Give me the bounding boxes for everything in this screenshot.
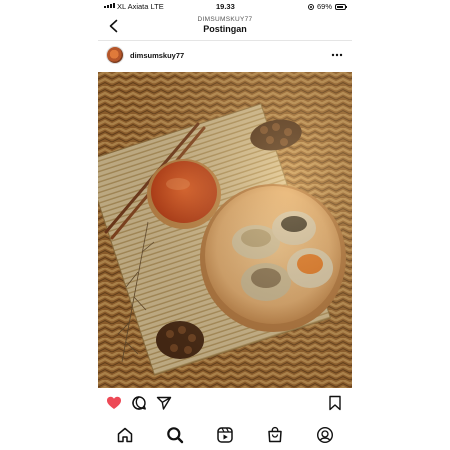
post-username[interactable]: dimsumskuy77 — [130, 51, 184, 60]
location-icon — [307, 3, 314, 10]
comment-icon[interactable] — [131, 395, 147, 411]
post-header: dimsumskuy77 — [98, 44, 352, 68]
heart-icon[interactable] — [106, 395, 122, 411]
clock: 19.33 — [216, 2, 235, 11]
page-title: Postingan — [203, 24, 247, 34]
carrier-label: XL Axiata LTE — [117, 2, 164, 11]
battery-icon — [335, 3, 347, 10]
profile-icon[interactable] — [316, 426, 334, 444]
more-horizontal-icon[interactable] — [330, 50, 344, 60]
dimsum-photo — [98, 72, 352, 388]
battery-percent: 69% — [316, 2, 332, 11]
header-username: DIMSUMSKUY77 — [197, 16, 253, 23]
home-icon[interactable] — [116, 426, 134, 444]
page-header: DIMSUMSKUY77 Postingan — [98, 13, 352, 40]
signal-icon — [104, 3, 115, 8]
instagram-post-screen: XL Axiata LTE 19.33 69% DIMSUMSKUY77 Pos… — [98, 0, 352, 450]
header-divider — [98, 40, 352, 41]
post-actions — [98, 392, 352, 414]
avatar[interactable] — [106, 46, 124, 64]
search-icon[interactable] — [166, 426, 184, 444]
share-icon[interactable] — [156, 395, 172, 411]
bottom-nav — [98, 423, 352, 447]
reels-icon[interactable] — [216, 426, 234, 444]
bookmark-icon[interactable] — [327, 395, 343, 411]
post-image[interactable] — [98, 72, 352, 388]
shop-icon[interactable] — [266, 426, 284, 444]
status-bar: XL Axiata LTE 19.33 69% — [98, 0, 352, 13]
status-right: 69% — [307, 2, 347, 11]
